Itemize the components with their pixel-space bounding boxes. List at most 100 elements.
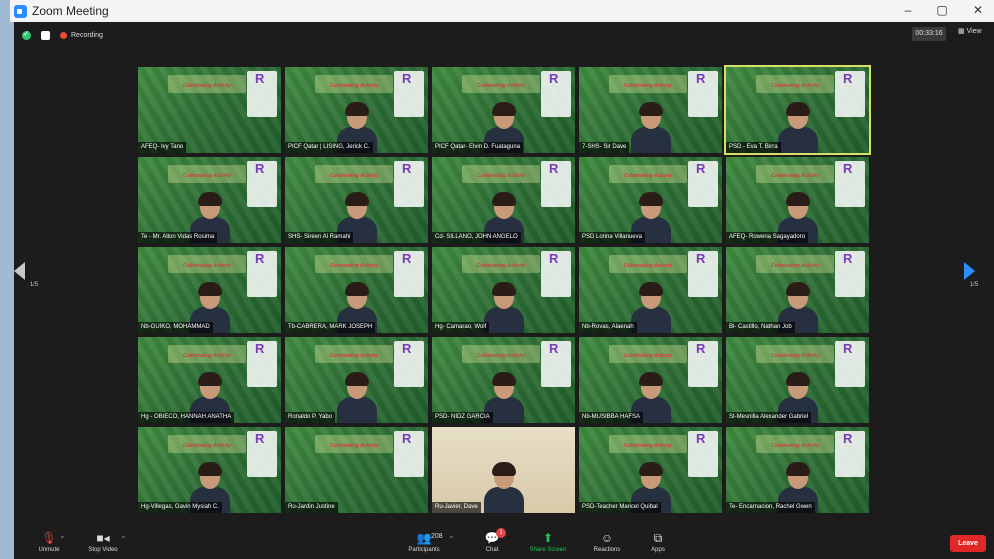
participants-button[interactable]: 👥 208 Participants <box>399 525 449 553</box>
participant-tile[interactable]: Culminating Activity SHS- Sireen Al Ramah… <box>285 157 428 243</box>
event-banner: Culminating Activity <box>609 255 687 273</box>
participant-tile[interactable]: Culminating Activity PSD Lorina Villanuev… <box>579 157 722 243</box>
chat-button[interactable]: 💬 1 Chat <box>467 525 517 553</box>
chat-label: Chat <box>485 547 499 553</box>
event-banner: Culminating Activity <box>609 75 687 93</box>
banner-text: Culminating Activity <box>329 443 379 449</box>
leave-button[interactable]: Leave <box>950 535 986 552</box>
participant-tile[interactable]: Culminating Activity 7-SHS- Sir Dave <box>579 67 722 153</box>
participant-hair <box>785 192 810 206</box>
participant-tile[interactable]: Culminating Activity PSD - Eva T. Birra <box>724 65 871 155</box>
participant-name: Hg-Villegas, Gavin Mysiah C. <box>138 502 222 513</box>
maximize-button[interactable]: ▢ <box>934 3 950 17</box>
reactions-button[interactable]: ☺ Reactions <box>582 525 632 553</box>
participant-name: Te- Encarnacion, Rachel Gwen <box>726 502 815 513</box>
participant-hair <box>491 372 516 386</box>
apps-label: Apps <box>651 547 665 553</box>
participant-hair <box>638 372 663 386</box>
school-logos-icon <box>394 431 424 477</box>
participant-tile[interactable]: Culminating Activity Ru-Jardin Justine <box>285 427 428 513</box>
participant-tile[interactable]: Culminating Activity AFEQ- Rowena Sagayad… <box>726 157 869 243</box>
participant-tile[interactable]: Culminating Activity PSD- NIDZ GARCIA <box>432 337 575 423</box>
event-banner: Culminating Activity <box>462 165 540 183</box>
participant-hair <box>638 192 663 206</box>
participant-name: PSD Lorina Villanueva <box>579 232 645 243</box>
participant-name: PSD- NIDZ GARCIA <box>432 412 493 423</box>
banner-text: Culminating Activity <box>476 263 526 269</box>
participant-tile[interactable]: Culminating Activity Bl- Castillo, Nathan… <box>726 247 869 333</box>
chat-badge: 1 <box>496 528 506 538</box>
banner-text: Culminating Activity <box>329 83 379 89</box>
participant-name: SHS- Sireen Al Ramahi <box>285 232 354 243</box>
participant-body <box>777 127 818 153</box>
school-logos-icon <box>394 251 424 297</box>
participant-hair <box>491 102 516 116</box>
participants-caret-icon[interactable]: ^ <box>450 536 453 542</box>
participant-tile[interactable]: Culminating Activity Hg-Villegas, Gavin M… <box>138 427 281 513</box>
meeting-timer: 00:33:16 <box>912 27 946 41</box>
participant-tile[interactable]: Culminating Activity Hg- Camarao, Wolf <box>432 247 575 333</box>
page-indicator-right: 1/5 <box>969 282 979 288</box>
participant-tile[interactable]: Culminating Activity Nb-GUIKO, MOHAMMAD <box>138 247 281 333</box>
unmute-button[interactable]: 🎙 Unmute <box>24 525 74 553</box>
school-logos-icon <box>247 251 277 297</box>
participant-hair <box>785 462 810 476</box>
participants-count: 208 <box>431 533 443 540</box>
participant-tile[interactable]: Ru-Javier, Dave <box>432 427 575 513</box>
event-banner: Culminating Activity <box>168 345 246 363</box>
participant-name: Ronaldo P. Yabo <box>285 412 336 423</box>
participant-name: Tb-CABRERA, MARK JOSEPH <box>285 322 376 333</box>
participant-tile[interactable]: Culminating Activity Ronaldo P. Yabo <box>285 337 428 423</box>
participant-hair <box>197 462 222 476</box>
banner-text: Culminating Activity <box>623 263 673 269</box>
event-banner: Culminating Activity <box>315 255 393 273</box>
participant-hair <box>197 192 222 206</box>
school-logos-icon <box>688 71 718 117</box>
audio-options-caret-icon[interactable]: ^ <box>61 536 64 542</box>
banner-text: Culminating Activity <box>770 173 820 179</box>
stop-video-button[interactable]: ■◂ Stop Video <box>78 525 128 553</box>
share-screen-button[interactable]: ⬆ Share Screen <box>523 525 573 553</box>
participant-tile[interactable]: Culminating Activity Cd- SILLANO, JOHN AN… <box>432 157 575 243</box>
encryption-shield-icon[interactable] <box>22 29 31 40</box>
video-camera-icon: ■◂ <box>96 531 110 545</box>
participant-hair <box>785 282 810 296</box>
participant-tile[interactable]: Culminating Activity Nb-MUSIBBA HAFSA <box>579 337 722 423</box>
view-button[interactable]: ▦ View <box>958 27 982 35</box>
participant-name: PICF Qatar | LISING, Jerick C. <box>285 142 373 153</box>
participant-tile[interactable]: Culminating Activity Tb-CABRERA, MARK JOS… <box>285 247 428 333</box>
unmute-label: Unmute <box>38 547 60 553</box>
share-screen-label: Share Screen <box>529 547 567 553</box>
next-page-icon[interactable] <box>964 262 975 280</box>
participant-tile[interactable]: Culminating Activity PICF Qatar | LISING,… <box>285 67 428 153</box>
participant-video <box>483 282 524 333</box>
close-button[interactable]: ✕ <box>970 3 986 17</box>
previous-page-icon[interactable] <box>14 262 25 280</box>
participant-tile[interactable]: Culminating Activity St-Mesnilla Alexande… <box>726 337 869 423</box>
participant-hair <box>785 372 810 386</box>
participant-tile[interactable]: Culminating Activity Te - Mr. Allon Vidas… <box>138 157 281 243</box>
participant-hair <box>785 102 810 116</box>
minimize-button[interactable]: – <box>900 3 916 17</box>
participant-tile[interactable]: Culminating Activity Te- Encarnacion, Rac… <box>726 427 869 513</box>
participant-tile[interactable]: Culminating Activity Nb-Rovas, Alaenah <box>579 247 722 333</box>
meeting-topbar: Recording <box>14 22 994 48</box>
participant-tile[interactable]: Culminating Activity Hg - OBIECO, HANNAH … <box>138 337 281 423</box>
participant-hair <box>344 282 369 296</box>
participant-tile[interactable]: Culminating Activity PSD-Teacher Maricel … <box>579 427 722 513</box>
event-banner: Culminating Activity <box>315 165 393 183</box>
participant-name: Cd- SILLANO, JOHN ANGELO <box>432 232 521 243</box>
participant-name: Nb-GUIKO, MOHAMMAD <box>138 322 213 333</box>
participant-tile[interactable]: Culminating Activity PICF Qatar- Elvin D.… <box>432 67 575 153</box>
event-banner: Culminating Activity <box>756 165 834 183</box>
participant-hair <box>197 372 222 386</box>
participant-name: Hg- Camarao, Wolf <box>432 322 490 333</box>
participant-tile[interactable]: Culminating Activity AFEQ- Ivy Tano <box>138 67 281 153</box>
meeting-info-icon[interactable] <box>41 30 50 40</box>
video-options-caret-icon[interactable]: ^ <box>122 536 125 542</box>
apps-button[interactable]: ⧉ Apps <box>633 525 683 553</box>
participant-video <box>483 462 524 513</box>
participant-body <box>483 307 524 333</box>
event-banner: Culminating Activity <box>315 75 393 93</box>
participant-hair <box>344 192 369 206</box>
